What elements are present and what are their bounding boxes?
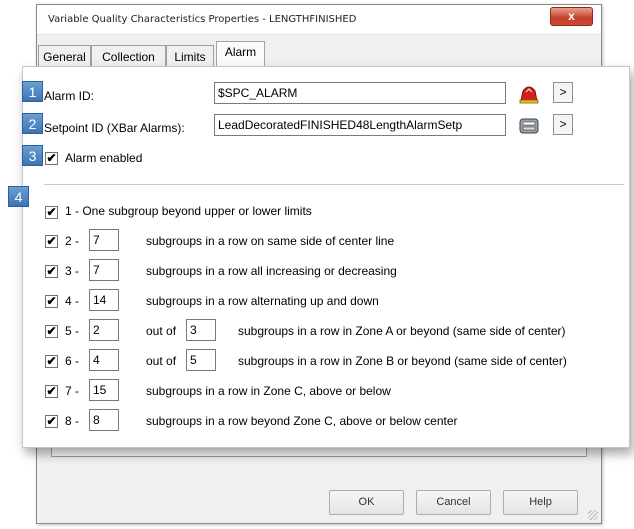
rule-5-checkbox[interactable]: ✔ [45,325,58,338]
rule-6-prefix: 6 - [65,354,80,368]
rule-3-count-field[interactable]: 7 [89,259,119,281]
separator-line [44,184,624,185]
alarm-id-field[interactable]: $SPC_ALARM [214,82,506,104]
setpoint-id-field[interactable]: LeadDecoratedFINISHED48LengthAlarmSetp [214,114,506,136]
rule-4-text: subgroups in a row alternating up and do… [146,294,379,308]
rule-2-text: subgroups in a row on same side of cente… [146,234,395,248]
rule-1-checkbox[interactable]: ✔ [45,206,58,219]
callout-badge-1: 1 [22,81,43,102]
alarm-id-label: Alarm ID: [44,89,95,103]
rule-7-count-field[interactable]: 15 [89,379,119,401]
alarm-bell-icon[interactable] [517,81,541,105]
rule-8-checkbox[interactable]: ✔ [45,415,58,428]
rule-7-checkbox[interactable]: ✔ [45,385,58,398]
ok-button[interactable]: OK [329,490,404,515]
setpoint-id-label: Setpoint ID (XBar Alarms): [44,121,185,135]
rule-6-out-of-label: out of [146,354,177,368]
rule-1-label: 1 - One subgroup beyond upper or lower l… [65,204,312,218]
rule-8-count-field[interactable]: 8 [89,409,119,431]
rule-6-checkbox[interactable]: ✔ [45,355,58,368]
setpoint-browse-button[interactable]: > [553,114,573,135]
rule-3-prefix: 3 - [65,264,80,278]
rule-5-out-of-label: out of [146,324,177,338]
window-title: Variable Quality Characteristics Propert… [48,14,357,25]
title-bar: Variable Quality Characteristics Propert… [37,5,601,35]
rule-5-text: subgroups in a row in Zone A or beyond (… [238,324,566,338]
cancel-button[interactable]: Cancel [416,490,491,515]
rule-2-prefix: 2 - [65,234,80,248]
tag-browse-icon[interactable] [517,113,541,137]
rule-5-count-field[interactable]: 2 [89,319,119,341]
rule-6-window-field[interactable]: 5 [186,349,216,371]
alarm-id-browse-button[interactable]: > [553,82,573,103]
rule-5-window-field[interactable]: 3 [186,319,216,341]
rule-7-prefix: 7 - [65,384,80,398]
rule-6-text: subgroups in a row in Zone B or beyond (… [238,354,567,368]
rule-4-checkbox[interactable]: ✔ [45,295,58,308]
rule-4-count-field[interactable]: 14 [89,289,119,311]
help-button[interactable]: Help [503,490,578,515]
rule-8-prefix: 8 - [65,414,80,428]
rule-5-prefix: 5 - [65,324,80,338]
close-button[interactable]: x [550,7,593,26]
resize-grip[interactable] [588,510,598,520]
rule-8-text: subgroups in a row beyond Zone C, above … [146,414,458,428]
rule-2-checkbox[interactable]: ✔ [45,235,58,248]
alarm-enabled-checkbox[interactable]: ✔ [45,152,58,165]
alarm-enabled-label: Alarm enabled [65,151,143,165]
callout-badge-2: 2 [22,113,43,134]
rule-4-prefix: 4 - [65,294,80,308]
rule-3-checkbox[interactable]: ✔ [45,265,58,278]
rule-7-text: subgroups in a row in Zone C, above or b… [146,384,391,398]
callout-badge-3: 3 [22,145,43,166]
rule-3-text: subgroups in a row all increasing or dec… [146,264,397,278]
callout-badge-4: 4 [8,186,29,207]
rule-6-count-field[interactable]: 4 [89,349,119,371]
rule-2-count-field[interactable]: 7 [89,229,119,251]
